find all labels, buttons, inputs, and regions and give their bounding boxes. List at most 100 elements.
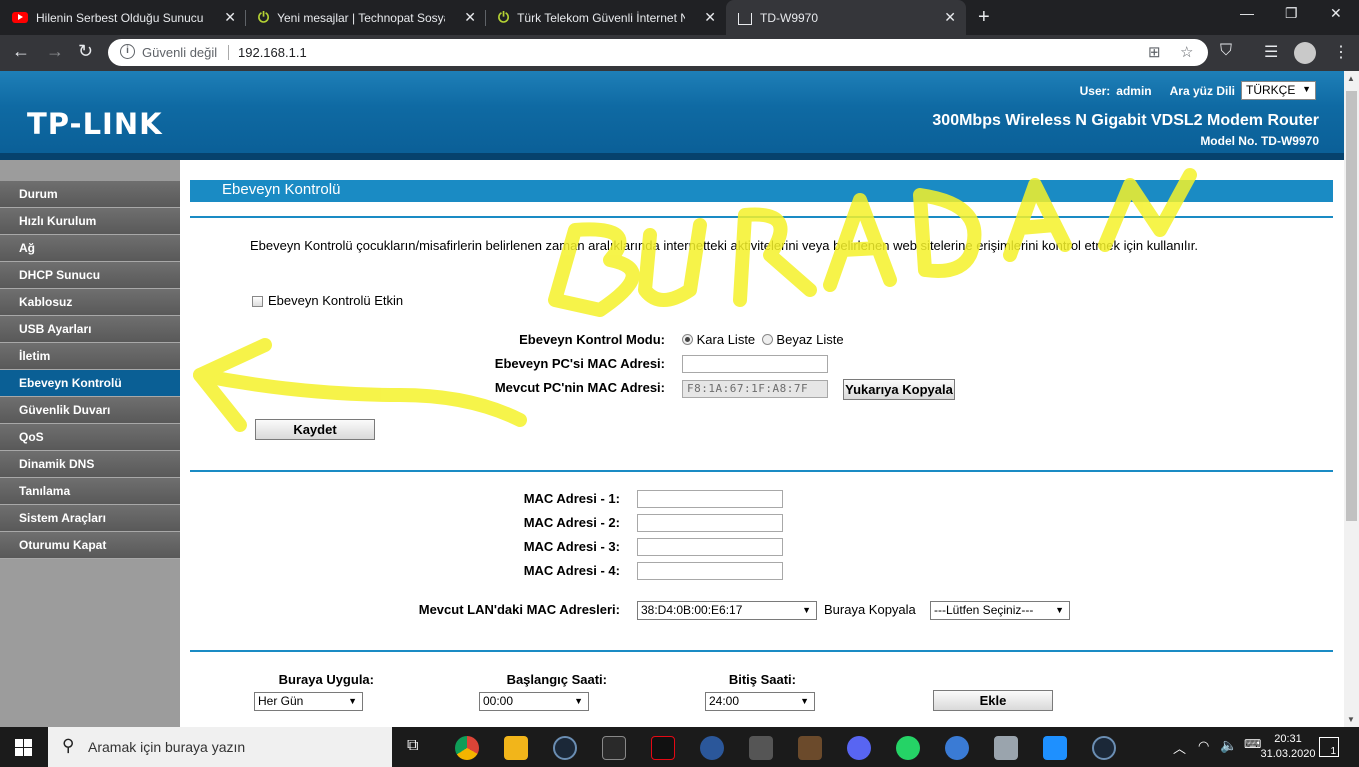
browser-tab-bar: Hilenin Serbest Olduğu Sunucudaki ✕ ⏻ Ye… <box>0 0 1359 35</box>
copy-here-select[interactable]: ---Lütfen Seçiniz--- ▼ <box>930 601 1070 620</box>
sidebar-item-quick-setup[interactable]: Hızlı Kurulum <box>0 208 180 235</box>
start-time-select[interactable]: 00:00 ▼ <box>479 692 589 711</box>
star-icon[interactable]: ☆ <box>1180 43 1193 61</box>
language-value: TÜRKÇE <box>1246 83 1296 97</box>
sidebar-item-network[interactable]: Ağ <box>0 235 180 262</box>
windows-start-icon[interactable] <box>15 739 32 756</box>
rockstar-icon[interactable] <box>504 736 528 760</box>
sidebar-item-forwarding[interactable]: İletim <box>0 343 180 370</box>
chevron-down-icon: ▼ <box>574 696 583 706</box>
parent-mac-input[interactable] <box>682 355 828 373</box>
current-mac-field: F8:1A:67:1F:A8:7F <box>682 380 828 398</box>
steam-icon[interactable] <box>553 736 577 760</box>
shield-extension-icon[interactable]: ⛉ <box>1220 42 1232 60</box>
media-control-icon[interactable]: ☰ <box>1264 42 1278 62</box>
sidebar-item-firewall[interactable]: Güvenlik Duvarı <box>0 397 180 424</box>
enable-label: Ebeveyn Kontrolü Etkin <box>268 293 404 308</box>
close-icon[interactable]: ✕ <box>944 9 956 26</box>
scroll-down-icon[interactable]: ▼ <box>1347 715 1355 724</box>
apply-select[interactable]: Her Gün ▼ <box>254 692 363 711</box>
more-menu-icon[interactable]: ⋮ <box>1333 42 1349 62</box>
lan-mac-label: Mevcut LAN'daki MAC Adresleri: <box>418 602 620 617</box>
chevron-down-icon: ▼ <box>802 605 811 615</box>
restore-icon[interactable]: ❐ <box>1285 5 1298 22</box>
mac2-input[interactable] <box>637 514 783 532</box>
whatsapp-icon[interactable] <box>896 736 920 760</box>
sidebar-item-ddns[interactable]: Dinamik DNS <box>0 451 180 478</box>
sidebar-item-wireless[interactable]: Kablosuz <box>0 289 180 316</box>
minimize-icon[interactable]: — <box>1240 5 1254 21</box>
reload-icon[interactable]: ↻ <box>78 41 93 62</box>
sidebar-item-logout[interactable]: Oturumu Kapat <box>0 532 180 559</box>
steam-icon-2[interactable] <box>1092 736 1116 760</box>
blacklist-radio[interactable] <box>682 334 693 345</box>
add-button[interactable]: Ekle <box>933 690 1053 711</box>
game-app-icon[interactable] <box>749 736 773 760</box>
browser-tab-1[interactable]: Hilenin Serbest Olduğu Sunucudaki ✕ <box>0 0 246 35</box>
copy-up-button[interactable]: Yukarıya Kopyala <box>843 379 955 400</box>
main-content: Ebeveyn Kontrolü Ebeveyn Kontrolü çocukl… <box>180 160 1344 727</box>
back-icon[interactable]: ← <box>12 41 30 62</box>
close-window-icon[interactable]: ✕ <box>1330 5 1342 22</box>
chevron-up-icon[interactable]: ︿ <box>1173 738 1186 757</box>
volume-icon[interactable]: 🔈 <box>1220 737 1237 754</box>
task-view-icon[interactable]: ⧉ <box>407 737 418 755</box>
forward-icon[interactable]: → <box>46 41 64 62</box>
youtube-icon <box>12 12 28 23</box>
browser-tab-4[interactable]: TD-W9970 ✕ <box>726 0 966 35</box>
mac3-input[interactable] <box>637 538 783 556</box>
enable-checkbox[interactable] <box>252 296 263 307</box>
word-icon[interactable] <box>700 736 724 760</box>
epic-games-icon[interactable] <box>602 736 626 760</box>
current-mac-label: Mevcut PC'nin MAC Adresi: <box>494 380 665 395</box>
wifi-icon[interactable]: ◠ <box>1198 738 1209 754</box>
sidebar-item-diagnostics[interactable]: Tanılama <box>0 478 180 505</box>
copy-here-value: ---Lütfen Seçiniz--- <box>934 603 1034 617</box>
photos-icon[interactable] <box>994 736 1018 760</box>
close-icon[interactable]: ✕ <box>224 9 236 26</box>
browser-tab-3[interactable]: ⏻ Türk Telekom Güvenli İnternet Nasıl ✕ <box>486 0 726 35</box>
scroll-up-icon[interactable]: ▲ <box>1347 74 1355 83</box>
taskbar-clock[interactable]: 20:31 31.03.2020 <box>1258 732 1318 762</box>
minecraft-icon[interactable] <box>798 736 822 760</box>
discord-icon[interactable] <box>847 736 871 760</box>
netflix-icon[interactable] <box>651 736 675 760</box>
address-bar[interactable]: i Güvenli değil 192.168.1.1 ⊞ ☆ <box>108 39 1208 66</box>
user-name: admin <box>1116 83 1152 98</box>
power-icon: ⏻ <box>258 9 270 25</box>
url-text[interactable]: 192.168.1.1 <box>238 45 307 60</box>
info-icon[interactable]: i <box>120 44 135 59</box>
sidebar-item-dhcp[interactable]: DHCP Sunucu <box>0 262 180 289</box>
whitelist-radio[interactable] <box>761 334 773 345</box>
new-tab-button[interactable]: + <box>978 6 990 29</box>
chrome-icon[interactable] <box>455 736 479 760</box>
save-button[interactable]: Kaydet <box>255 419 375 440</box>
close-icon[interactable]: ✕ <box>464 9 476 26</box>
tab-title: Hilenin Serbest Olduğu Sunucudaki <box>36 10 204 25</box>
sidebar-item-system-tools[interactable]: Sistem Araçları <box>0 505 180 532</box>
taskbar-search[interactable]: ⚲ Aramak için buraya yazın <box>48 727 392 767</box>
instagram-icon[interactable] <box>1043 736 1067 760</box>
sidebar-item-qos[interactable]: QoS <box>0 424 180 451</box>
profile-avatar[interactable] <box>1294 42 1316 64</box>
end-time-select[interactable]: 24:00 ▼ <box>705 692 815 711</box>
mac1-input[interactable] <box>637 490 783 508</box>
user-line: User: admin Ara yüz Dili TÜRKÇE ▼ <box>1080 81 1316 100</box>
sidebar-item-usb[interactable]: USB Ayarları <box>0 316 180 343</box>
scrollbar-thumb[interactable] <box>1346 91 1357 521</box>
lan-mac-select[interactable]: 38:D4:0B:00:E6:17 ▼ <box>637 601 817 620</box>
notification-icon[interactable]: 1 <box>1319 737 1339 757</box>
browser-tab-2[interactable]: ⏻ Yeni mesajlar | Technopat Sosyal ✕ <box>246 0 486 35</box>
mac4-input[interactable] <box>637 562 783 580</box>
close-icon[interactable]: ✕ <box>704 9 716 26</box>
app-icon[interactable] <box>945 736 969 760</box>
language-select[interactable]: TÜRKÇE ▼ <box>1241 81 1316 100</box>
page-scrollbar[interactable]: ▲ ▼ <box>1344 71 1359 727</box>
tab-title: Türk Telekom Güvenli İnternet Nasıl <box>517 10 686 25</box>
page-description: Ebeveyn Kontrolü çocukların/misafirlerin… <box>250 238 1198 253</box>
translate-icon[interactable]: ⊞ <box>1148 43 1161 61</box>
sidebar-item-parental-control[interactable]: Ebeveyn Kontrolü <box>0 370 180 397</box>
sidebar-menu: Durum Hızlı Kurulum Ağ DHCP Sunucu Kablo… <box>0 181 180 559</box>
sidebar-item-durum[interactable]: Durum <box>0 181 180 208</box>
mac1-label: MAC Adresi - 1: <box>523 491 620 506</box>
